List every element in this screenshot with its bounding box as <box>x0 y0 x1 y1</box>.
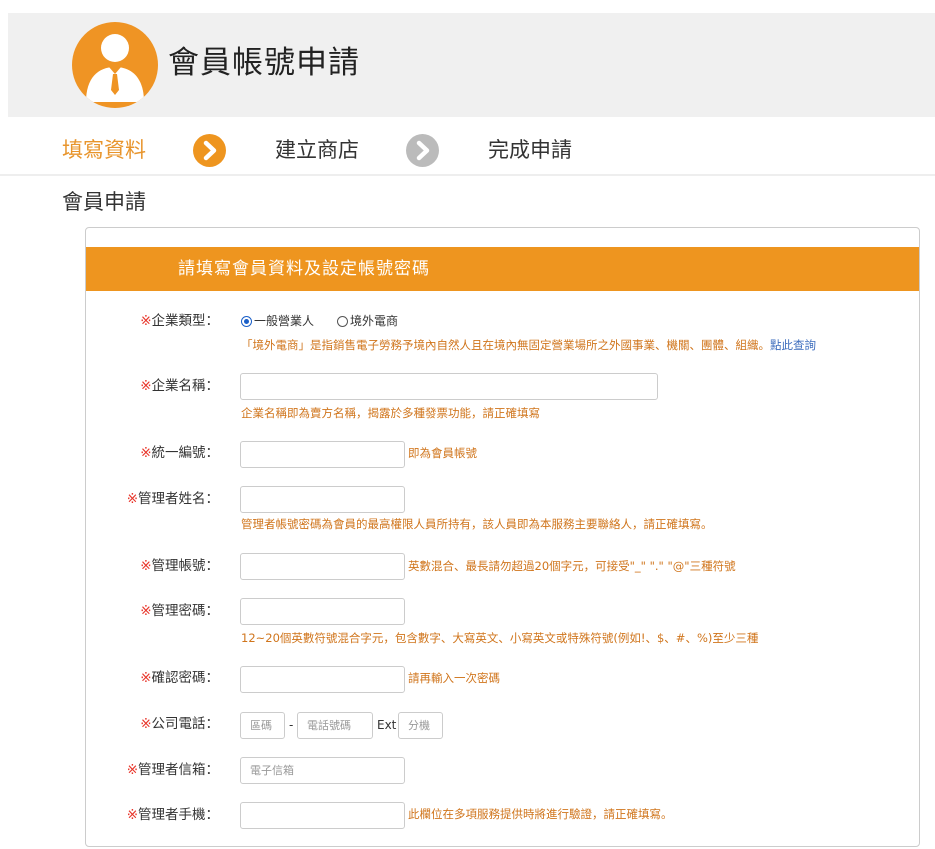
ext-label: Ext <box>377 718 397 732</box>
admin-email-input[interactable]: 電子信箱 <box>240 757 405 784</box>
form-heading: 請填寫會員資料及設定帳號密碼 <box>178 259 430 279</box>
user-avatar-icon <box>72 22 158 108</box>
admin-account-input[interactable] <box>240 553 405 580</box>
radio-foreign-ecommerce-label[interactable]: 境外電商 <box>350 312 398 330</box>
form-heading-bar: 請填寫會員資料及設定帳號密碼 <box>86 247 919 291</box>
admin-password-hint: 12~20個英數符號混合字元，包含數字、大寫英文、小寫英文或特殊符號(例如!、$… <box>241 631 759 645</box>
page-header: 會員帳號申請 <box>8 13 935 117</box>
admin-mobile-input[interactable] <box>240 802 405 829</box>
confirm-password-label: ※確認密碼： <box>140 670 219 686</box>
step-create-store: 建立商店 <box>275 138 359 162</box>
confirm-password-input[interactable] <box>240 666 405 693</box>
company-phone-label: ※公司電話： <box>140 716 219 732</box>
admin-password-input[interactable] <box>240 598 405 625</box>
admin-account-hint: 英數混合、最長請勿超過20個字元，可接受"_" "." "@"三種符號 <box>408 559 736 573</box>
tax-id-input[interactable] <box>240 441 405 468</box>
radio-general-business[interactable] <box>241 316 252 327</box>
tax-id-hint: 即為會員帳號 <box>408 446 477 460</box>
admin-mobile-hint: 此欄位在多項服務提供時將進行驗證，請正確填寫。 <box>408 807 673 821</box>
company-name-hint: 企業名稱即為賣方名稱，揭露於多種發票功能，請正確填寫 <box>241 406 540 420</box>
radio-general-business-label[interactable]: 一般營業人 <box>254 312 314 330</box>
area-code-input[interactable]: 區碼 <box>240 712 285 739</box>
admin-password-label: ※管理密碼： <box>140 603 219 619</box>
step-progress: 填寫資料 建立商店 完成申請 <box>0 124 935 176</box>
confirm-password-hint: 請再輸入一次密碼 <box>408 671 500 685</box>
chevron-right-circle-icon <box>406 134 439 167</box>
company-name-label: ※企業名稱： <box>140 378 219 394</box>
lookup-link[interactable]: 點此查詢 <box>770 338 816 352</box>
company-name-input[interactable] <box>240 373 658 400</box>
business-type-hint: 「境外電商」是指銷售電子勞務予境內自然人且在境內無固定營業場所之外國事業、機關、… <box>241 338 816 352</box>
phone-number-input[interactable]: 電話號碼 <box>297 712 373 739</box>
page-title: 會員帳號申請 <box>168 45 360 81</box>
tax-id-label: ※統一編號： <box>140 445 219 461</box>
admin-email-label: ※管理者信箱： <box>126 762 219 778</box>
phone-dash: - <box>289 718 294 732</box>
extension-input[interactable]: 分機 <box>398 712 443 739</box>
business-type-label: ※企業類型： <box>140 313 219 329</box>
admin-name-input[interactable] <box>240 486 405 513</box>
admin-name-label: ※管理者姓名： <box>126 491 219 507</box>
section-title: 會員申請 <box>62 190 146 214</box>
radio-foreign-ecommerce[interactable] <box>337 316 348 327</box>
admin-account-label: ※管理帳號： <box>140 558 219 574</box>
step-complete: 完成申請 <box>488 138 572 162</box>
admin-name-hint: 管理者帳號密碼為會員的最高權限人員所持有，該人員即為本服務主要聯絡人，請正確填寫… <box>241 517 713 531</box>
step-fill-info: 填寫資料 <box>62 138 146 162</box>
chevron-right-circle-icon <box>193 134 226 167</box>
registration-form: 請填寫會員資料及設定帳號密碼 ※企業類型： 一般營業人 境外電商 「境外電商」是… <box>85 227 920 847</box>
admin-mobile-label: ※管理者手機： <box>126 807 219 823</box>
